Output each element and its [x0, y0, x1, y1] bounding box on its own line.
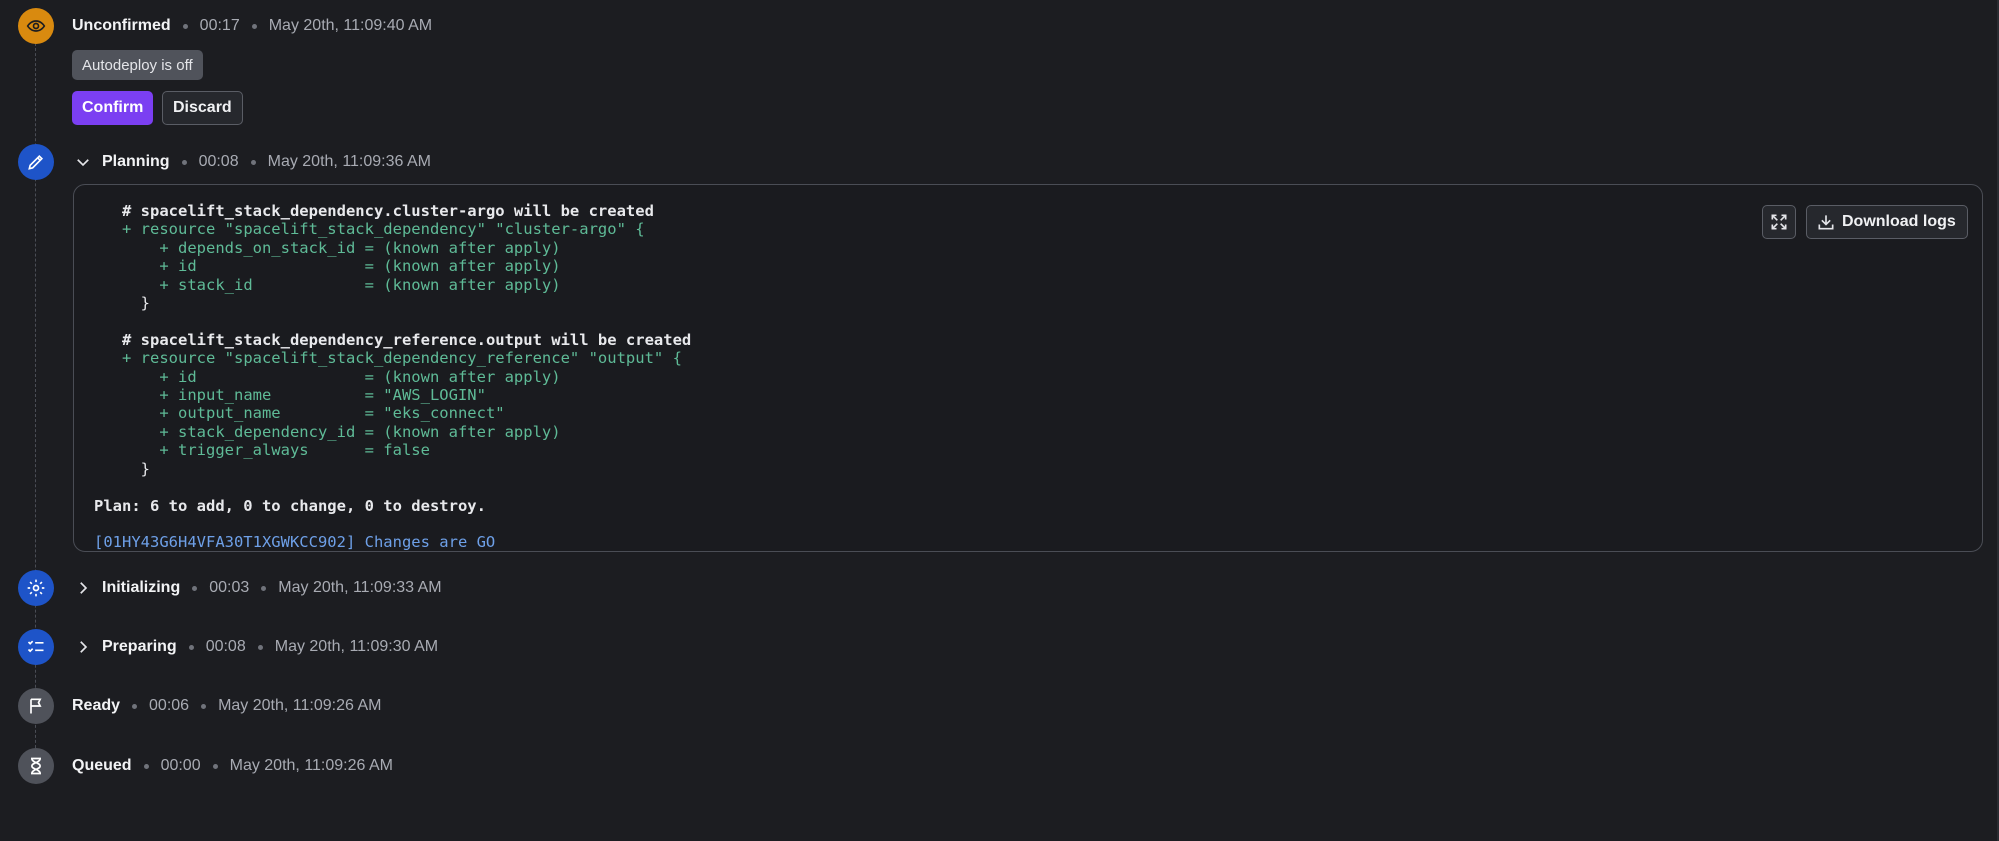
- step-timestamp: May 20th, 11:09:33 AM: [278, 579, 442, 596]
- step-name: Initializing: [102, 579, 181, 596]
- separator-dot: [143, 763, 149, 769]
- step-duration: 00:06: [149, 697, 190, 714]
- log-line: + stack_dependency_id = (known after app…: [159, 422, 561, 441]
- discard-button[interactable]: Discard: [162, 91, 243, 125]
- step-name: Planning: [102, 153, 170, 170]
- step-preparing-header[interactable]: Preparing 00:08 May 20th, 11:09:30 AM: [72, 633, 438, 661]
- plan-summary: Plan: 6 to add, 0 to change, 0 to destro…: [94, 496, 486, 515]
- step-queued-marker: [18, 748, 54, 784]
- step-initializing-header[interactable]: Initializing 00:03 May 20th, 11:09:33 AM: [72, 574, 442, 602]
- log-line: + resource "spacelift_stack_dependency_r…: [122, 349, 682, 368]
- separator-dot: [212, 763, 218, 769]
- fullscreen-button[interactable]: [1762, 205, 1796, 239]
- step-planning-marker: [18, 144, 54, 180]
- log-line: + output_name = "eks_connect": [159, 404, 505, 423]
- step-planning-header[interactable]: Planning 00:08 May 20th, 11:09:36 AM: [72, 148, 431, 176]
- step-unconfirmed-header: Unconfirmed 00:17 May 20th, 11:09:40 AM: [72, 12, 432, 40]
- step-timestamp: May 20th, 11:09:36 AM: [267, 153, 431, 170]
- step-name: Queued: [72, 757, 132, 774]
- pencil-icon: [28, 154, 44, 170]
- log-line: + id = (known after apply): [159, 367, 561, 386]
- log-output: # spacelift_stack_dependency.cluster-arg…: [94, 202, 691, 552]
- planning-log-panel[interactable]: # spacelift_stack_dependency.cluster-arg…: [73, 184, 1983, 552]
- chevron-down-icon[interactable]: [74, 153, 92, 171]
- step-duration: 00:00: [160, 757, 201, 774]
- log-line: + input_name = "AWS_LOGIN": [159, 386, 486, 405]
- log-line: # spacelift_stack_dependency.cluster-arg…: [122, 202, 654, 220]
- step-timestamp: May 20th, 11:09:26 AM: [229, 757, 393, 774]
- chevron-right-icon[interactable]: [74, 579, 92, 597]
- expand-icon: [1771, 214, 1787, 230]
- log-line: }: [140, 294, 151, 313]
- step-duration: 00:17: [199, 17, 240, 34]
- step-ready-marker: [18, 688, 54, 724]
- step-queued-header: Queued 00:00 May 20th, 11:09:26 AM: [72, 752, 393, 780]
- step-duration: 00:03: [209, 579, 250, 596]
- gear-icon: [27, 579, 45, 597]
- separator-dot: [188, 644, 194, 650]
- separator-dot: [132, 703, 138, 709]
- step-unconfirmed-marker: [18, 8, 54, 44]
- log-line: # spacelift_stack_dependency_reference.o…: [122, 330, 692, 349]
- step-timestamp: May 20th, 11:09:30 AM: [274, 638, 439, 655]
- step-preparing-marker: [18, 629, 54, 665]
- log-line: + resource "spacelift_stack_dependency" …: [122, 220, 645, 239]
- step-duration: 00:08: [198, 153, 239, 170]
- step-timestamp: May 20th, 11:09:40 AM: [268, 17, 433, 34]
- hourglass-icon: [30, 757, 42, 775]
- flag-icon: [30, 698, 42, 714]
- separator-dot: [257, 644, 263, 650]
- log-line: }: [140, 459, 151, 478]
- separator-dot: [261, 585, 267, 591]
- eye-icon: [26, 20, 46, 32]
- log-line: + id = (known after apply): [159, 257, 561, 276]
- separator-dot: [181, 159, 187, 165]
- step-ready-header: Ready 00:06 May 20th, 11:09:26 AM: [72, 692, 381, 720]
- confirm-button[interactable]: Confirm: [72, 91, 154, 125]
- step-name: Ready: [72, 697, 121, 714]
- step-duration: 00:08: [205, 638, 246, 655]
- download-icon: [1818, 215, 1834, 230]
- separator-dot: [250, 159, 256, 165]
- step-name: Unconfirmed: [72, 17, 171, 34]
- autodeploy-status-badge: Autodeploy is off: [72, 50, 203, 80]
- step-initializing-marker: [18, 570, 54, 606]
- separator-dot: [192, 585, 198, 591]
- chevron-right-icon[interactable]: [74, 638, 92, 656]
- checklist-icon: [27, 640, 44, 653]
- log-line: + stack_id = (known after apply): [159, 275, 561, 294]
- separator-dot: [201, 703, 207, 709]
- run-id-line: [01HY43G6H4VFA30T1XGWKCC902] Changes are…: [94, 533, 496, 552]
- step-timestamp: May 20th, 11:09:26 AM: [218, 697, 382, 714]
- step-name: Preparing: [102, 638, 177, 655]
- download-logs-button[interactable]: Download logs: [1806, 205, 1968, 239]
- log-line: + trigger_always = false: [159, 441, 430, 460]
- separator-dot: [182, 23, 188, 29]
- log-line: + depends_on_stack_id = (known after app…: [159, 238, 561, 257]
- separator-dot: [251, 23, 257, 29]
- download-logs-label: Download logs: [1842, 213, 1956, 230]
